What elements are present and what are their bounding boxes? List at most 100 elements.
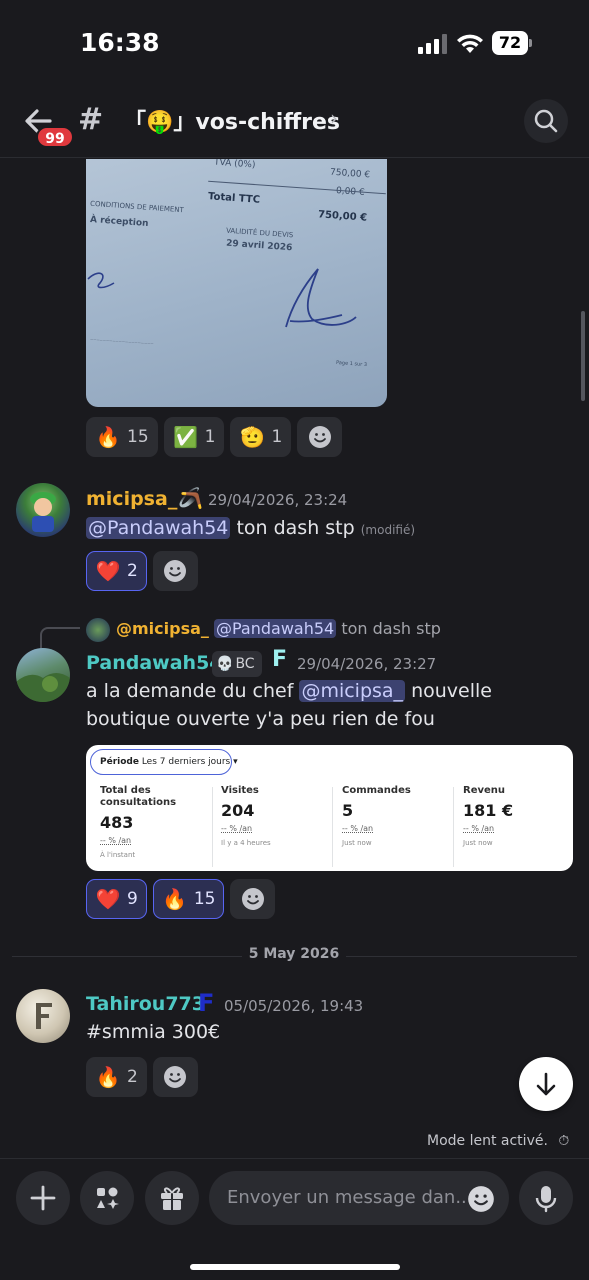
message-text: #smmia 300€ — [86, 1021, 221, 1043]
doc-validity-label: VALIDITÉ DU DEVIS — [225, 226, 294, 240]
status-time: 16:38 — [80, 28, 160, 57]
reaction-fire[interactable]: 🔥 15 — [152, 879, 225, 919]
add-reaction-button[interactable] — [230, 879, 276, 919]
search-button[interactable] — [524, 99, 568, 143]
signature-drawing — [87, 268, 357, 328]
gift-button[interactable] — [145, 1171, 199, 1225]
heart-icon: ❤️ — [95, 559, 121, 583]
metric-time: Il y a 4 heures — [221, 839, 271, 847]
reaction-heart[interactable]: ❤️ 2 — [86, 551, 147, 591]
apps-button[interactable] — [80, 1171, 134, 1225]
metric-change: -- % /an — [100, 836, 132, 845]
chevron-right-icon[interactable]: › — [330, 106, 338, 130]
emoji-picker-icon[interactable] — [467, 1185, 495, 1213]
period-label: Période — [100, 757, 139, 767]
role-badge-icon: F — [272, 647, 288, 672]
avatar-image — [16, 673, 70, 702]
jump-to-latest-button[interactable] — [519, 1057, 573, 1111]
reactions-row: ❤️ 9 🔥 15 — [86, 879, 276, 919]
image-attachment[interactable]: TVA (0%) 750,00 € 0,00 € Total TTC 750,0… — [86, 159, 387, 407]
metric-label: Revenu — [463, 785, 506, 796]
doc-total-label: Total TTC — [207, 191, 261, 206]
smiley-icon — [164, 1066, 187, 1088]
smiley-icon — [164, 560, 187, 582]
message-author[interactable]: Tahirou773 — [86, 993, 205, 1015]
metric-time: À l'instant — [100, 851, 136, 859]
metric-visits: Visites 204 -- % /an Il y a 4 heures — [221, 785, 341, 867]
doc-page: Page 1 sur 3 — [335, 359, 368, 369]
message-text: a la demande du chef — [86, 680, 300, 702]
user-mention[interactable]: @micipsa_ — [299, 680, 406, 702]
user-mention[interactable]: @Pandawah54 — [86, 517, 231, 539]
channel-title[interactable]: 「🤑」vos-chiffres — [124, 104, 340, 136]
smiley-icon — [308, 426, 331, 448]
reply-author: @micipsa_ — [116, 619, 209, 638]
stopwatch-icon: ⏱ — [558, 1133, 570, 1149]
battery-level: 72 — [492, 31, 528, 55]
add-attachment-button[interactable] — [16, 1171, 70, 1225]
reaction-check[interactable]: ✅ 1 — [163, 417, 225, 457]
add-reaction-button[interactable] — [152, 551, 198, 591]
battery-indicator: 72 — [492, 31, 532, 55]
fire-icon: 🔥 — [162, 887, 188, 911]
clan-tag-label: BC — [235, 656, 255, 672]
metric-consultations: Total des consultations 483 -- % /an À l… — [100, 785, 220, 867]
hash-icon: # — [78, 102, 104, 137]
reaction-count: 1 — [271, 427, 283, 447]
reaction-heart[interactable]: ❤️ 9 — [86, 879, 147, 919]
add-reaction-button[interactable] — [152, 1057, 198, 1097]
scrollbar-thumb[interactable] — [581, 311, 585, 401]
divider — [332, 787, 333, 867]
avatar[interactable] — [16, 989, 70, 1043]
reactions-row: ❤️ 2 — [86, 551, 198, 591]
boomerang-icon: 🪃 — [178, 486, 203, 510]
fire-icon: 🔥 — [95, 1065, 121, 1089]
doc-payment-label: CONDITIONS DE PAIEMENT — [89, 199, 185, 215]
message-content: a la demande du chef @micipsa_ nouvelle … — [86, 677, 566, 733]
reactions-row: 🔥 2 — [86, 1057, 198, 1097]
reaction-fire[interactable]: 🔥 2 — [86, 1057, 147, 1097]
metric-value: 483 — [100, 813, 134, 832]
metric-change: -- % /an — [463, 824, 495, 833]
message-list[interactable]: TVA (0%) 750,00 € 0,00 € Total TTC 750,0… — [0, 159, 589, 1125]
skull-icon: 💀 — [216, 656, 234, 672]
avatar[interactable] — [16, 483, 70, 537]
unread-badge: 99 — [36, 126, 74, 148]
metric-label: Commandes — [342, 785, 411, 796]
doc-ht-value: 750,00 € — [329, 167, 371, 181]
home-indicator[interactable] — [190, 1264, 400, 1270]
message-author[interactable]: Pandawah54 — [86, 652, 223, 674]
dashboard-screenshot-attachment[interactable]: Période Les 7 derniers jours ▾ Total des… — [86, 745, 573, 871]
message-timestamp: 05/05/2026, 19:43 — [224, 997, 364, 1015]
message-timestamp: 29/04/2026, 23:27 — [297, 655, 437, 673]
search-icon — [534, 109, 558, 133]
doc-total-value: 750,00 € — [317, 209, 368, 224]
message-author[interactable]: micipsa_ — [86, 488, 177, 510]
avatar[interactable] — [16, 648, 70, 702]
reaction-salute[interactable]: 🫡 1 — [230, 417, 292, 457]
message-input[interactable]: Envoyer un message dan.. — [209, 1171, 509, 1225]
voice-message-button[interactable] — [519, 1171, 573, 1225]
gift-icon — [161, 1187, 183, 1210]
clan-tag[interactable]: 💀 BC — [212, 651, 262, 677]
message-content: @Pandawah54 ton dash stp (modifié) — [86, 514, 566, 544]
channel-header: 99 # 「🤑」vos-chiffres › — [0, 88, 589, 158]
cellular-signal-icon — [418, 34, 447, 54]
avatar-image — [30, 492, 56, 532]
wifi-icon — [457, 34, 483, 53]
add-reaction-button[interactable] — [297, 417, 343, 457]
status-bar: 16:38 72 — [0, 0, 589, 88]
metric-time: Just now — [342, 839, 372, 847]
reaction-count: 2 — [127, 1067, 138, 1087]
reply-preview[interactable]: @micipsa_ @Pandawah54 ton dash stp — [116, 619, 441, 638]
reaction-fire[interactable]: 🔥 15 — [86, 417, 158, 457]
avatar-image — [36, 1003, 52, 1029]
reaction-count: 15 — [193, 889, 216, 909]
slowmode-text: Mode lent activé. — [427, 1133, 548, 1149]
metric-change: -- % /an — [221, 824, 253, 833]
reply-connector — [40, 627, 80, 649]
reply-text: ton dash stp — [341, 619, 441, 638]
slowmode-notice: Mode lent activé. ⏱ — [427, 1133, 569, 1149]
plus-icon — [30, 1185, 56, 1211]
period-selector: Période Les 7 derniers jours ▾ — [90, 749, 238, 775]
